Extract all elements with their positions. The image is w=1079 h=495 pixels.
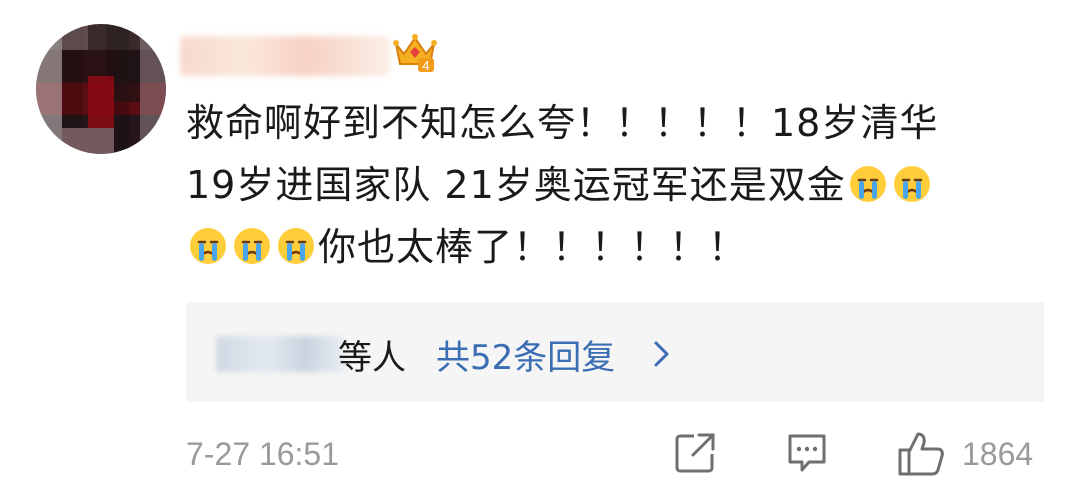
comment-timestamp: 7-27 16:51 [186, 436, 340, 472]
reply-names-blurred[interactable] [216, 336, 344, 372]
commenter-avatar[interactable] [36, 24, 166, 154]
comment-icon[interactable] [784, 430, 830, 476]
replies-box[interactable]: 等人 共52条回复 [186, 302, 1044, 402]
like-count: 1864 [962, 436, 1034, 472]
crying-emoji-icon [278, 228, 314, 264]
comment-text: 救命啊好到不知怎么夸！！！！！18岁清华 19岁进国家队 21岁奥运冠军还是双金… [186, 92, 1046, 278]
chevron-right-icon[interactable] [651, 339, 673, 369]
comment-line-1: 救命啊好到不知怎么夸！！！！！18岁清华 [186, 101, 939, 145]
crying-emoji-icon [190, 228, 226, 264]
comment-line-3: 你也太棒了！！！！！！ [186, 216, 1046, 278]
badge-level: 4 [422, 58, 429, 73]
comment-line-2: 19岁进国家队 21岁奥运冠军还是双金 [186, 154, 1046, 216]
reply-suffix: 等人 [338, 338, 406, 378]
reply-count-link[interactable]: 共52条回复 [436, 330, 615, 379]
like-icon[interactable] [896, 430, 946, 478]
crown-badge-icon: 4 [393, 34, 437, 73]
crying-emoji-icon [849, 166, 886, 202]
crying-emoji-icon [893, 166, 930, 202]
crying-emoji-icon [234, 228, 270, 264]
share-icon[interactable] [672, 430, 718, 476]
username-blurred[interactable] [180, 36, 390, 76]
